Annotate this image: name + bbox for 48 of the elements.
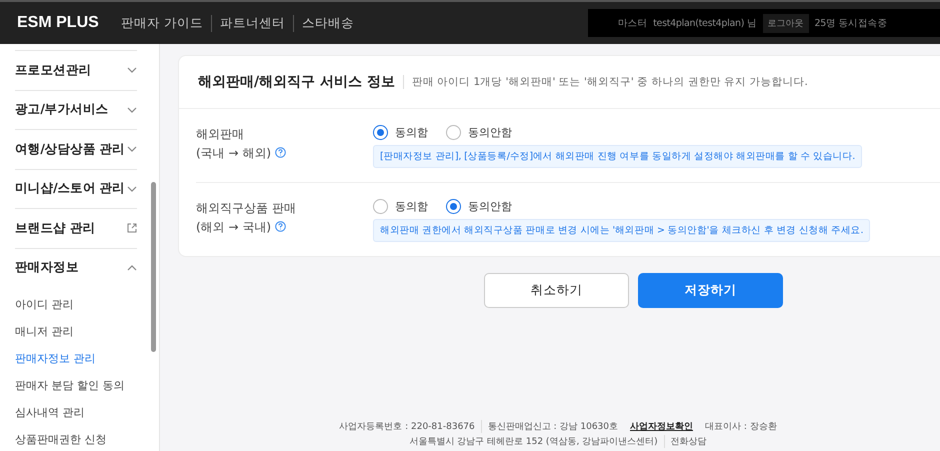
scrollbar-thumb[interactable] [151,182,156,352]
radio-button[interactable] [446,199,461,214]
user-role-label: 마스터 [618,16,648,30]
radio-button[interactable] [373,125,388,140]
save-button[interactable]: 저장하기 [638,273,783,308]
user-name[interactable]: test4plan(test4plan) 님 [653,16,757,30]
radio-button[interactable] [446,125,461,140]
sidebar-item[interactable]: 광고/부가서비스 [15,101,108,118]
radio-label[interactable]: 동의함 [395,125,428,140]
field-label: 해외직구상품 판매 [196,201,296,215]
sidebar-subitem[interactable]: 판매자 분담 할인 동의 [15,372,159,399]
online-count: 25명 동시접속중 [814,16,887,30]
logout-button[interactable]: 로그아웃 [762,14,809,32]
card-title: 해외판매/해외직구 서비스 정보 [198,73,395,91]
external-link-icon [127,223,137,234]
radio-button[interactable] [373,199,388,214]
radio-label[interactable]: 동의함 [395,199,428,214]
radio-label[interactable]: 동의안함 [468,125,512,140]
nav-link[interactable]: 스타배송 [292,14,362,32]
sidebar-subitem[interactable]: 매니저 관리 [15,318,159,345]
help-icon[interactable] [275,221,286,232]
field-label: 해외판매 [196,127,244,141]
info-message: 해외판매 권한에서 해외직구상품 판매로 변경 시에는 '해외판매 > 동의안함'을 체크하신 후 변경 신청해 주세요. [373,219,870,242]
sidebar-subitem[interactable]: 상품판매권한 신청 [15,426,159,451]
help-icon[interactable] [275,147,286,158]
sidebar-item[interactable]: 미니샵/스토어 관리 [15,180,125,198]
nav-link[interactable]: 판매자 가이드 [112,14,211,32]
card-note: 판매 아이디 1개당 '해외판매' 또는 '해외직구' 중 하나의 권한만 유지 가능합니다. [402,75,808,89]
nav-link[interactable]: 파트너센터 [210,14,293,32]
sidebar-item[interactable]: 판매자정보 [15,259,79,276]
field-label: (국내 → 해외) [196,146,272,160]
sidebar-item[interactable]: 여행/상담상품 관리 [15,140,125,158]
info-message: [판매자정보 관리], [상품등록/수정]에서 해외판매 진행 여부를 동일하게 설정해야 해외판매를 할 수 있습니다. [373,145,862,168]
sidebar-item[interactable]: 브랜드샵 관리 [15,220,96,237]
radio-label[interactable]: 동의안함 [468,199,512,214]
footer-text: 서울특별시 강남구 테헤란로 152 (역삼동, 강남파이낸스센터) [408,436,659,448]
logo[interactable]: ESM PLUS [17,14,99,32]
sidebar-subitem[interactable]: 아이디 관리 [15,291,159,318]
sidebar-subitem[interactable]: 판매자정보 관리 [15,345,159,372]
footer-text: 사업자등록번호 : 220-81-83676 [338,421,476,433]
footer-link[interactable]: 사업자정보확인 [624,420,699,433]
footer-text: 대표이사 : 장승환 [704,421,778,433]
footer-text: 통신판매업신고 : 강남 10630호 [480,420,624,433]
field-label: (해외 → 국내) [196,220,272,234]
footer-text: 전화상담 [664,435,713,448]
cancel-button[interactable]: 취소하기 [484,273,629,308]
sidebar-item[interactable]: 프로모션관리 [15,62,92,79]
sidebar-subitem[interactable]: 심사내역 관리 [15,399,159,426]
